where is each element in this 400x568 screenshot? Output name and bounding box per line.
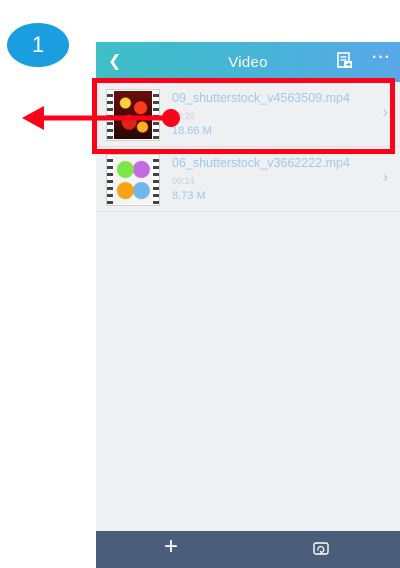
arrow-left-icon: [22, 106, 180, 130]
file-size: 8.73 M: [172, 190, 206, 202]
add-button[interactable]: +: [164, 535, 178, 559]
navigation-bar: ❮ Video ···: [96, 42, 400, 82]
document-export-icon[interactable]: [336, 52, 354, 70]
list-item[interactable]: 06_shutterstock_v3662222.mp4 00:14 8.73 …: [96, 147, 400, 212]
film-strip-left: [107, 155, 113, 205]
paint-cans-thumbnail: [106, 154, 160, 206]
film-strip-right: [153, 155, 159, 205]
step-number-badge: 1: [7, 23, 69, 67]
file-name: 06_shutterstock_v3662222.mp4: [172, 156, 350, 170]
file-duration: 00:14: [172, 176, 195, 186]
tutorial-screenshot: 1 ❮ Video ··· 09_shutterstock_v4563509.m…: [0, 0, 400, 568]
bottom-toolbar: +: [96, 531, 400, 568]
page-title: Video: [228, 54, 268, 71]
repeat-icon[interactable]: [312, 540, 330, 558]
thumbnail-image: [114, 156, 152, 204]
chevron-right-icon: ›: [382, 169, 388, 186]
more-options-button[interactable]: ···: [372, 49, 391, 67]
